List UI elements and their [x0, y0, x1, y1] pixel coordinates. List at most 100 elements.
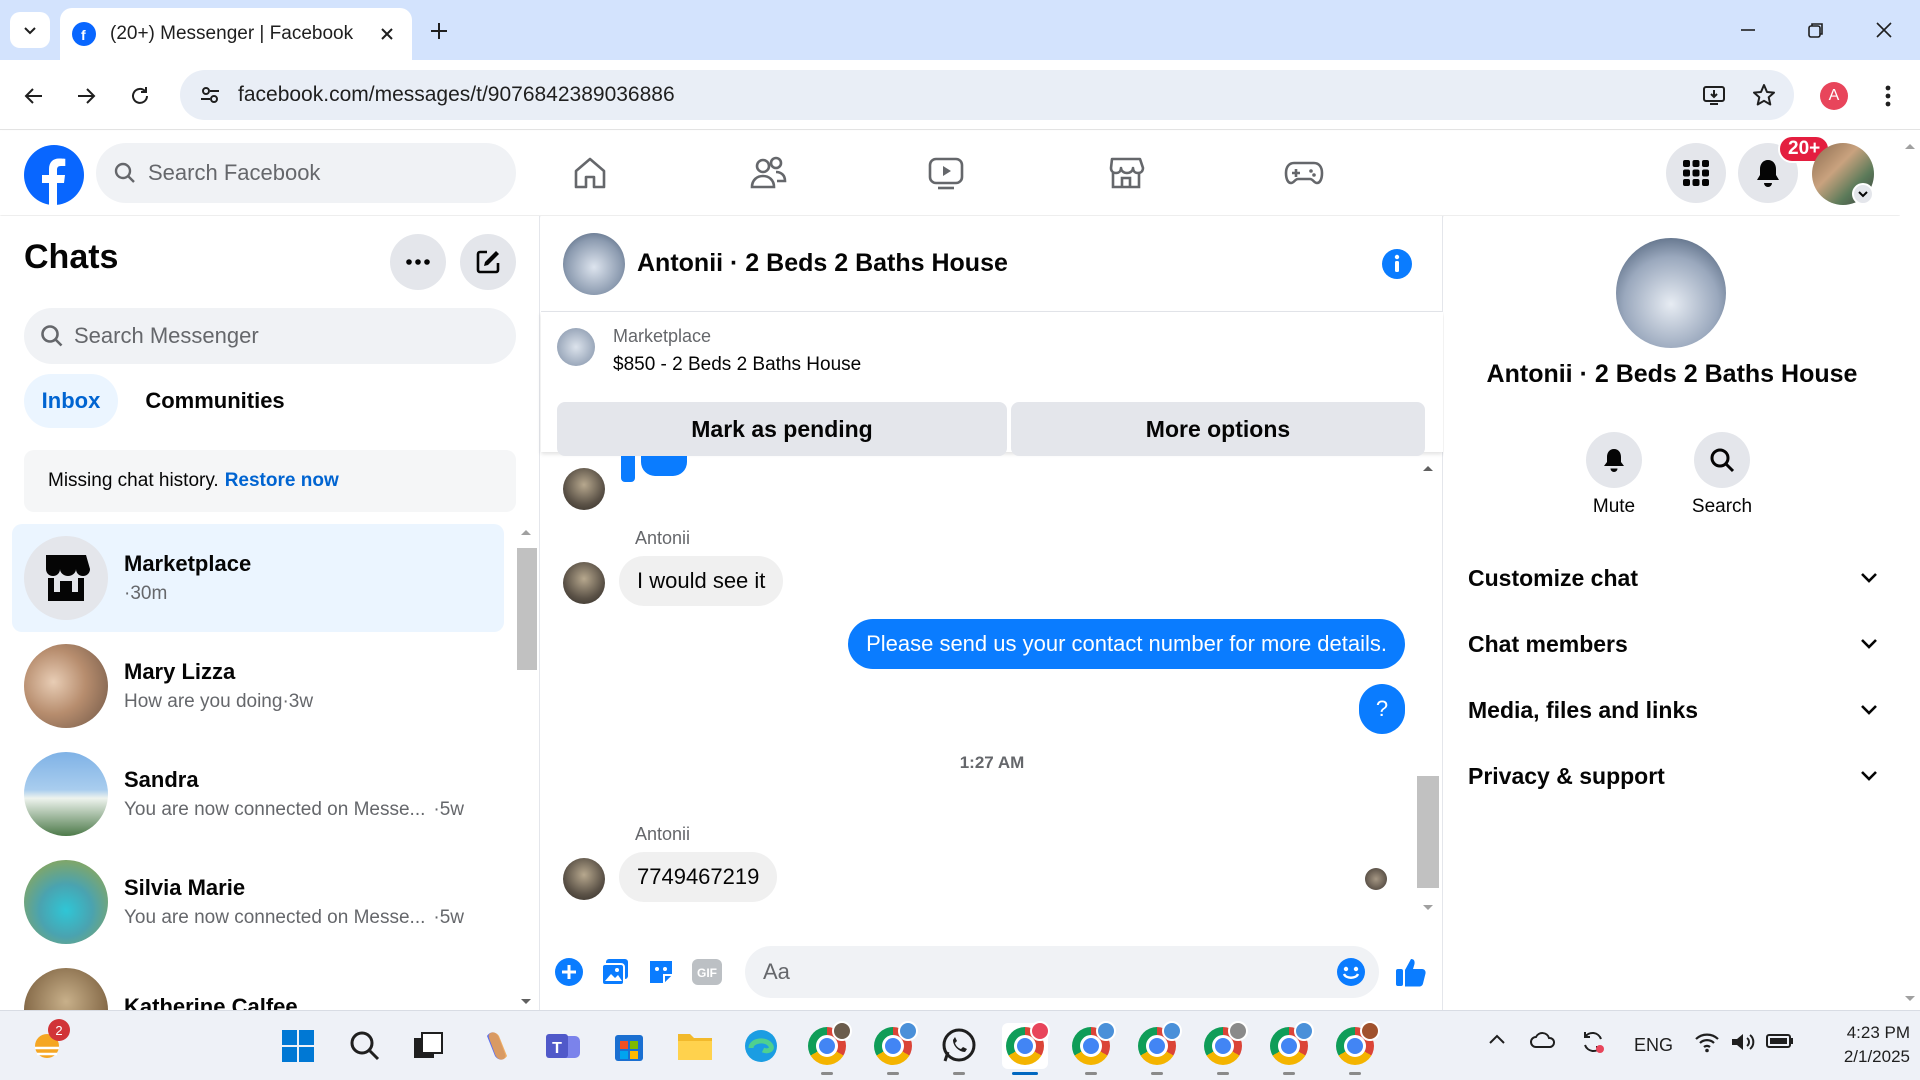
- sticker-button[interactable]: [643, 954, 679, 990]
- search-icon: [1710, 448, 1735, 473]
- nav-friends[interactable]: [738, 151, 798, 195]
- copilot-app[interactable]: [474, 1023, 520, 1069]
- sync-tray[interactable]: [1580, 1029, 1606, 1055]
- conversation-avatar[interactable]: [563, 232, 625, 295]
- minimize-button[interactable]: [1728, 14, 1768, 46]
- chrome-app[interactable]: [1266, 1021, 1314, 1075]
- edge-app[interactable]: [738, 1023, 784, 1069]
- browser-menu-button[interactable]: [1870, 78, 1906, 114]
- taskbar-search-button[interactable]: [342, 1023, 388, 1069]
- start-button[interactable]: [275, 1023, 321, 1069]
- wifi-tray[interactable]: [1694, 1031, 1720, 1053]
- chrome-app[interactable]: [1134, 1021, 1182, 1075]
- site-info-button[interactable]: [186, 71, 234, 119]
- nav-video[interactable]: [916, 151, 976, 195]
- restore-now-link[interactable]: Restore now: [225, 470, 339, 492]
- section-privacy-support[interactable]: Privacy & support: [1468, 746, 1878, 806]
- tab-communities[interactable]: Communities: [132, 374, 298, 428]
- chat-item-mary-lizza[interactable]: Mary Lizza How are you doing ·3w: [12, 632, 504, 740]
- message-bubble-incoming[interactable]: 7749467219: [619, 852, 778, 902]
- messenger-search[interactable]: Search Messenger: [24, 308, 516, 364]
- message-bubble-outgoing[interactable]: ?: [1359, 684, 1405, 734]
- new-tab-button[interactable]: [424, 16, 454, 46]
- system-clock[interactable]: 4:23 PM 2/1/2025: [1810, 1021, 1910, 1069]
- minimize-icon: [1741, 29, 1755, 31]
- mark-as-pending-button[interactable]: Mark as pending: [557, 402, 1007, 456]
- chrome-app-active[interactable]: [1002, 1021, 1050, 1075]
- page-scrollbar[interactable]: [1900, 131, 1920, 1010]
- chrome-app[interactable]: [1332, 1021, 1380, 1075]
- facebook-search[interactable]: Search Facebook: [96, 143, 516, 203]
- windows-logo-icon: [282, 1030, 314, 1062]
- close-tab-button[interactable]: [374, 21, 400, 47]
- listing-thumbnail[interactable]: [557, 328, 595, 366]
- back-button[interactable]: [16, 78, 52, 114]
- chrome-icon: [1072, 1021, 1116, 1065]
- store-app[interactable]: [606, 1023, 652, 1069]
- like-button[interactable]: [1391, 954, 1431, 990]
- chrome-app[interactable]: [804, 1021, 852, 1075]
- section-chat-members[interactable]: Chat members: [1468, 614, 1878, 674]
- conversation-scroll-thumb[interactable]: [1417, 776, 1439, 888]
- listing-title[interactable]: $850 - 2 Beds 2 Baths House: [613, 354, 861, 376]
- chat-item-katherine-calfee[interactable]: Katherine Calfee: [12, 956, 504, 1010]
- attach-photo-button[interactable]: [597, 954, 633, 990]
- chrome-app[interactable]: [870, 1021, 918, 1075]
- conversation-title[interactable]: Antonii · 2 Beds 2 Baths House: [637, 249, 1008, 278]
- battery-tray[interactable]: [1766, 1033, 1794, 1049]
- mute-button[interactable]: [1586, 432, 1642, 488]
- input-language-indicator[interactable]: ENG: [1634, 1035, 1673, 1056]
- search-icon: [350, 1031, 380, 1061]
- facebook-logo-icon[interactable]: [24, 145, 84, 205]
- more-options-button[interactable]: More options: [1011, 402, 1425, 456]
- section-customize-chat[interactable]: Customize chat: [1468, 548, 1878, 608]
- emoji-button[interactable]: [1331, 952, 1371, 992]
- browser-profile-avatar[interactable]: A: [1820, 82, 1848, 110]
- chats-options-button[interactable]: [390, 234, 446, 290]
- volume-tray[interactable]: [1730, 1031, 1756, 1053]
- weather-widget[interactable]: 2: [24, 1019, 70, 1069]
- nav-marketplace[interactable]: [1096, 151, 1156, 195]
- chat-time: ·5w: [433, 907, 465, 928]
- tab-inbox[interactable]: Inbox: [24, 374, 118, 428]
- whatsapp-app[interactable]: [936, 1023, 982, 1075]
- chat-item-sandra[interactable]: Sandra You are now connected on Messe...…: [12, 740, 504, 848]
- reload-button[interactable]: [122, 78, 158, 114]
- task-view-button[interactable]: [405, 1023, 451, 1069]
- forward-button[interactable]: [68, 78, 104, 114]
- search-in-conversation-button[interactable]: [1694, 432, 1750, 488]
- chrome-app[interactable]: [1068, 1021, 1116, 1075]
- details-avatar[interactable]: [1616, 238, 1726, 348]
- bookmark-button[interactable]: [1744, 75, 1784, 115]
- chrome-app[interactable]: [1200, 1021, 1248, 1075]
- teams-app[interactable]: T: [540, 1023, 586, 1069]
- section-media-files-links[interactable]: Media, files and links: [1468, 680, 1878, 740]
- gif-button[interactable]: GIF: [689, 954, 725, 990]
- more-actions-button[interactable]: [551, 954, 587, 990]
- message-input[interactable]: [763, 959, 1331, 985]
- account-menu-button[interactable]: [1852, 183, 1874, 205]
- nav-gaming[interactable]: [1274, 151, 1334, 195]
- onedrive-tray[interactable]: [1530, 1031, 1556, 1049]
- address-bar[interactable]: facebook.com/messages/t/9076842389036886: [180, 70, 1794, 120]
- install-app-button[interactable]: [1694, 75, 1734, 115]
- mute-action[interactable]: Mute: [1564, 432, 1664, 518]
- message-bubble-incoming[interactable]: I would see it: [619, 556, 784, 606]
- new-message-button[interactable]: [460, 234, 516, 290]
- show-hidden-icons-button[interactable]: [1488, 1033, 1506, 1045]
- browser-tab[interactable]: f (20+) Messenger | Facebook: [60, 8, 412, 60]
- gaming-icon: [1284, 161, 1324, 185]
- conversation-info-button[interactable]: [1381, 248, 1413, 280]
- close-window-button[interactable]: [1864, 14, 1904, 46]
- restore-button[interactable]: [1796, 14, 1836, 46]
- file-explorer-app[interactable]: [672, 1023, 718, 1069]
- menu-button[interactable]: [1666, 143, 1726, 203]
- tab-search-button[interactable]: [10, 12, 50, 48]
- chat-list-scroll-thumb[interactable]: [517, 548, 537, 670]
- message-bubble-outgoing[interactable]: Please send us your contact number for m…: [848, 619, 1405, 669]
- chat-item-silvia-marie[interactable]: Silvia Marie You are now connected on Me…: [12, 848, 504, 956]
- nav-home[interactable]: [560, 151, 620, 195]
- search-action[interactable]: Search: [1672, 432, 1772, 518]
- gif-icon: GIF: [692, 959, 722, 985]
- chat-item-marketplace[interactable]: Marketplace ·30m: [12, 524, 504, 632]
